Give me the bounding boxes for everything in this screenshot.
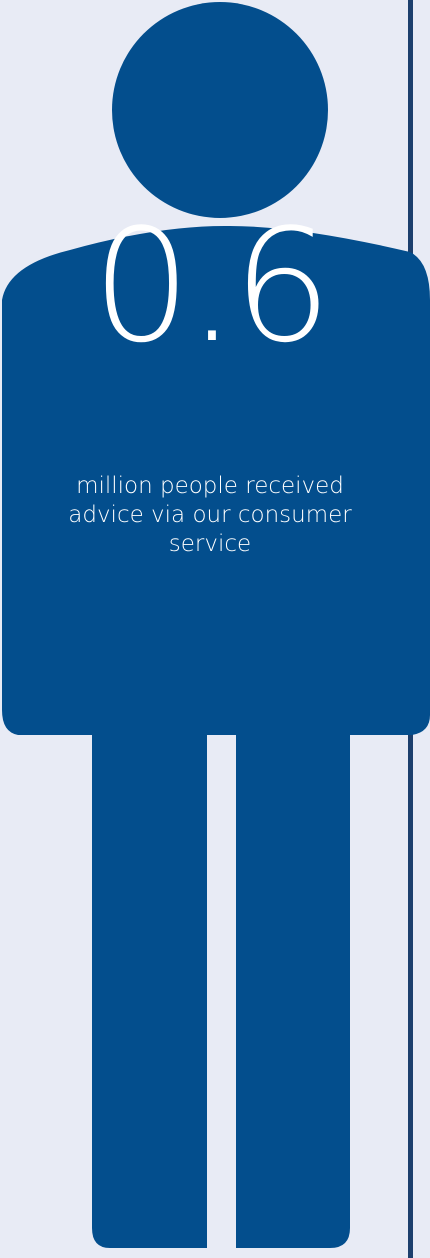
person-silhouette-icon <box>2 2 430 1250</box>
person-right-leg <box>236 735 350 1248</box>
person-left-leg <box>92 735 207 1248</box>
person-leg-gap <box>207 775 236 1250</box>
person-head <box>112 2 328 218</box>
stat-value: 0.6 <box>91 195 332 377</box>
stat-caption: million people received advice via our c… <box>68 473 352 557</box>
